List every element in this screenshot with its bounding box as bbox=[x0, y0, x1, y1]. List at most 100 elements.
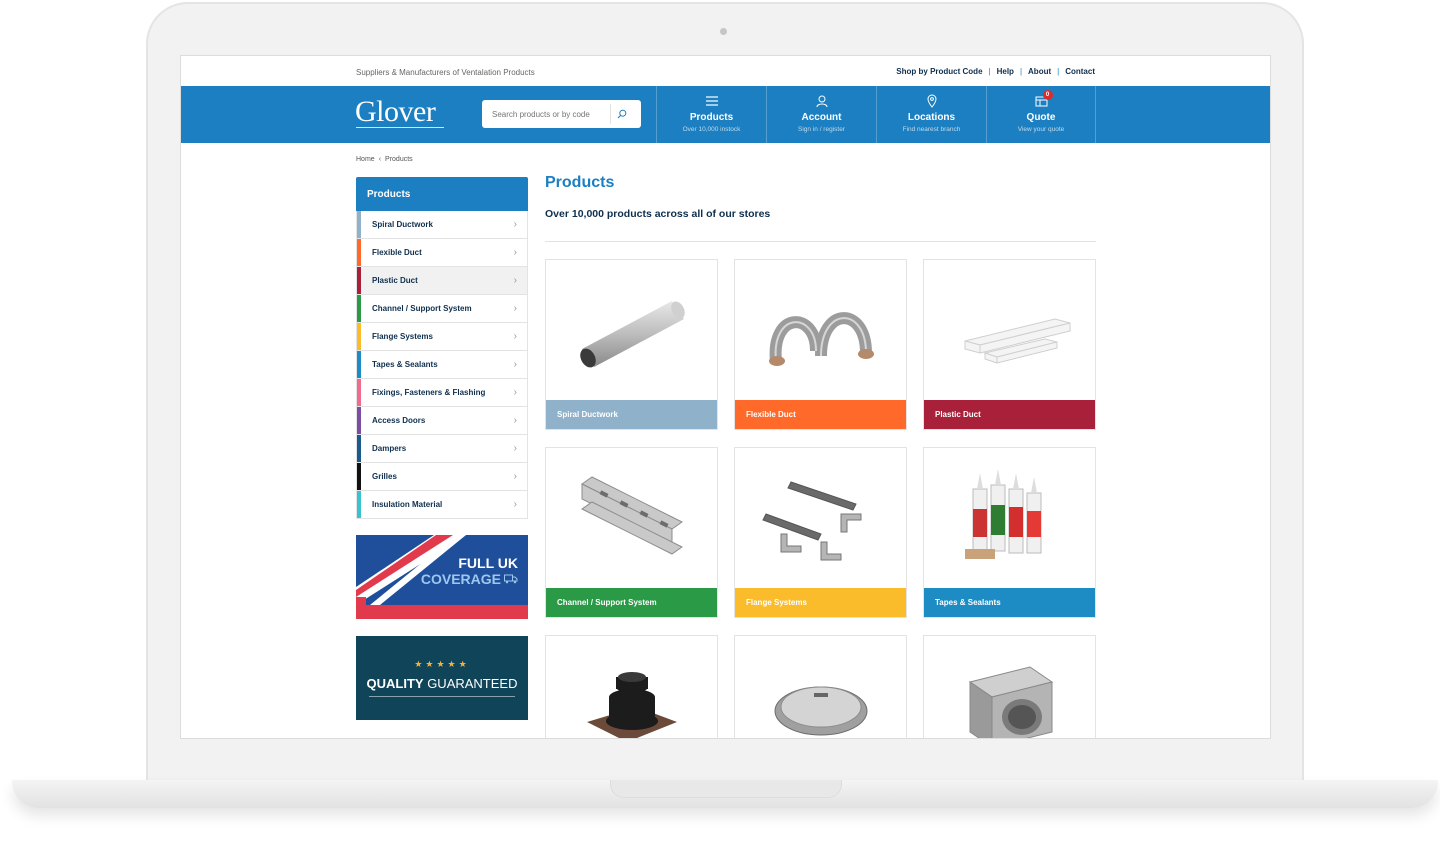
tagline: Suppliers & Manufacturers of Ventalation… bbox=[356, 68, 535, 77]
website-screen: Suppliers & Manufacturers of Ventalation… bbox=[180, 55, 1271, 739]
search-button[interactable] bbox=[610, 104, 632, 124]
sidebar-item-label: Dampers bbox=[372, 444, 407, 453]
breadcrumb: Home ‹ Products bbox=[356, 156, 413, 163]
product-card-title: Channel / Support System bbox=[557, 598, 657, 607]
nav-locations-button[interactable]: Locations Find nearest branch bbox=[876, 86, 986, 143]
sidebar-title: Products bbox=[356, 177, 528, 211]
nav-account-button[interactable]: Account Sign in / register bbox=[766, 86, 876, 143]
product-card-label: Channel / Support System bbox=[546, 588, 717, 617]
header-nav: Products Over 10,000 instock Account Sig… bbox=[656, 86, 1096, 143]
chevron-right-icon: › bbox=[513, 219, 517, 230]
sidebar-item[interactable]: Spiral Ductwork › bbox=[356, 211, 528, 239]
quality-text: QUALITY GUARANTEED bbox=[367, 676, 518, 691]
product-card-label: Tapes & Sealants bbox=[924, 588, 1095, 617]
category-color-swatch bbox=[357, 407, 361, 434]
product-card-title: Flange Systems bbox=[746, 598, 807, 607]
product-card[interactable]: Spiral Ductwork bbox=[545, 259, 718, 430]
top-strip: Suppliers & Manufacturers of Ventalation… bbox=[181, 56, 1270, 86]
product-card[interactable]: Tapes & Sealants bbox=[923, 447, 1096, 618]
spiral-duct-image bbox=[546, 260, 717, 402]
chevron-right-icon: › bbox=[513, 303, 517, 314]
sidebar-item[interactable]: Tapes & Sealants › bbox=[356, 351, 528, 379]
sidebar-item[interactable]: Insulation Material › bbox=[356, 491, 528, 519]
product-card-title: Flexible Duct bbox=[746, 410, 796, 419]
sidebar-item-label: Channel / Support System bbox=[372, 304, 472, 313]
sidebar-item-label: Spiral Ductwork bbox=[372, 220, 433, 229]
uk-coverage-line2: COVERAGE bbox=[421, 571, 518, 587]
access-door-image bbox=[735, 636, 906, 738]
product-card-title: Tapes & Sealants bbox=[935, 598, 1001, 607]
sidebar-item-label: Flexible Duct bbox=[372, 248, 422, 257]
sidebar-item-label: Grilles bbox=[372, 472, 397, 481]
logo-underline bbox=[356, 127, 444, 128]
category-color-swatch bbox=[357, 211, 361, 238]
breadcrumb-home-link[interactable]: Home bbox=[356, 156, 375, 163]
chevron-right-icon: › bbox=[513, 443, 517, 454]
product-card[interactable] bbox=[545, 635, 718, 738]
product-card[interactable]: Plastic Duct bbox=[923, 259, 1096, 430]
about-link[interactable]: About bbox=[1028, 67, 1051, 76]
nav-label: Account bbox=[801, 112, 842, 123]
product-card-label: Flexible Duct bbox=[735, 400, 906, 429]
nav-sublabel: Sign in / register bbox=[798, 126, 845, 133]
product-card[interactable] bbox=[923, 635, 1096, 738]
product-card[interactable]: Channel / Support System bbox=[545, 447, 718, 618]
category-color-swatch bbox=[357, 267, 361, 294]
page-subtitle: Over 10,000 products across all of our s… bbox=[545, 208, 771, 220]
breadcrumb-current: Products bbox=[385, 156, 413, 163]
nav-quote-button[interactable]: 0 Quote View your quote bbox=[986, 86, 1096, 143]
sidebar-item-label: Plastic Duct bbox=[372, 276, 418, 285]
page-title: Products bbox=[545, 174, 615, 191]
search-box bbox=[482, 100, 641, 128]
glover-logo[interactable]: Glover bbox=[355, 95, 436, 129]
quality-rest: GUARANTEED bbox=[423, 676, 518, 691]
search-input[interactable] bbox=[482, 109, 610, 119]
site-header: Glover Products Over 10,000 instock Acco… bbox=[181, 86, 1270, 143]
menu-icon bbox=[705, 96, 718, 106]
chevron-right-icon: › bbox=[513, 247, 517, 258]
product-card[interactable] bbox=[734, 635, 907, 738]
sidebar-list: Spiral Ductwork › Flexible Duct › Plastic Du… bbox=[356, 211, 528, 519]
category-color-swatch bbox=[357, 323, 361, 350]
sidebar-item[interactable]: Grilles › bbox=[356, 463, 528, 491]
chevron-right-icon: › bbox=[513, 387, 517, 398]
help-link[interactable]: Help bbox=[997, 67, 1014, 76]
chevron-right-icon: › bbox=[513, 415, 517, 426]
quality-underline bbox=[369, 696, 515, 697]
sidebar-item[interactable]: Dampers › bbox=[356, 435, 528, 463]
quality-guaranteed-banner[interactable]: ★★★★★ QUALITY GUARANTEED bbox=[356, 636, 528, 720]
banner-red-stripe bbox=[356, 605, 528, 619]
banner-red-edge bbox=[356, 597, 366, 619]
category-color-swatch bbox=[357, 491, 361, 518]
sidebar-item[interactable]: Access Doors › bbox=[356, 407, 528, 435]
sidebar-item[interactable]: Plastic Duct › bbox=[356, 267, 528, 295]
flexible-duct-image bbox=[735, 260, 906, 402]
category-color-swatch bbox=[357, 379, 361, 406]
contact-link[interactable]: Contact bbox=[1065, 67, 1095, 76]
nav-products-button[interactable]: Products Over 10,000 instock bbox=[656, 86, 766, 143]
product-card[interactable]: Flange Systems bbox=[734, 447, 907, 618]
link-separator: | bbox=[988, 67, 991, 76]
chevron-right-icon: › bbox=[513, 471, 517, 482]
link-separator: | bbox=[1057, 67, 1060, 76]
nav-label: Locations bbox=[907, 112, 956, 123]
five-star-rating: ★★★★★ bbox=[414, 659, 470, 669]
sidebar-item[interactable]: Flexible Duct › bbox=[356, 239, 528, 267]
map-pin-icon bbox=[926, 94, 937, 108]
laptop-notch bbox=[610, 780, 842, 798]
uk-coverage-banner[interactable]: FULL UK COVERAGE bbox=[356, 535, 528, 619]
sidebar-item[interactable]: Channel / Support System › bbox=[356, 295, 528, 323]
sidebar-item[interactable]: Fixings, Fasteners & Flashing › bbox=[356, 379, 528, 407]
nav-label: Quote bbox=[1026, 112, 1056, 123]
uk-coverage-line1: FULL UK bbox=[458, 555, 518, 571]
chevron-right-icon: › bbox=[513, 499, 517, 510]
shop-by-code-link[interactable]: Shop by Product Code bbox=[896, 67, 982, 76]
camera-icon bbox=[720, 28, 727, 35]
sidebar-item[interactable]: Flange Systems › bbox=[356, 323, 528, 351]
sidebar-item-label: Insulation Material bbox=[372, 500, 443, 509]
product-card[interactable]: Flexible Duct bbox=[734, 259, 907, 430]
chevron-right-icon: › bbox=[513, 275, 517, 286]
product-card-label: Plastic Duct bbox=[924, 400, 1095, 429]
search-icon bbox=[617, 109, 626, 119]
flashing-image bbox=[546, 636, 717, 738]
